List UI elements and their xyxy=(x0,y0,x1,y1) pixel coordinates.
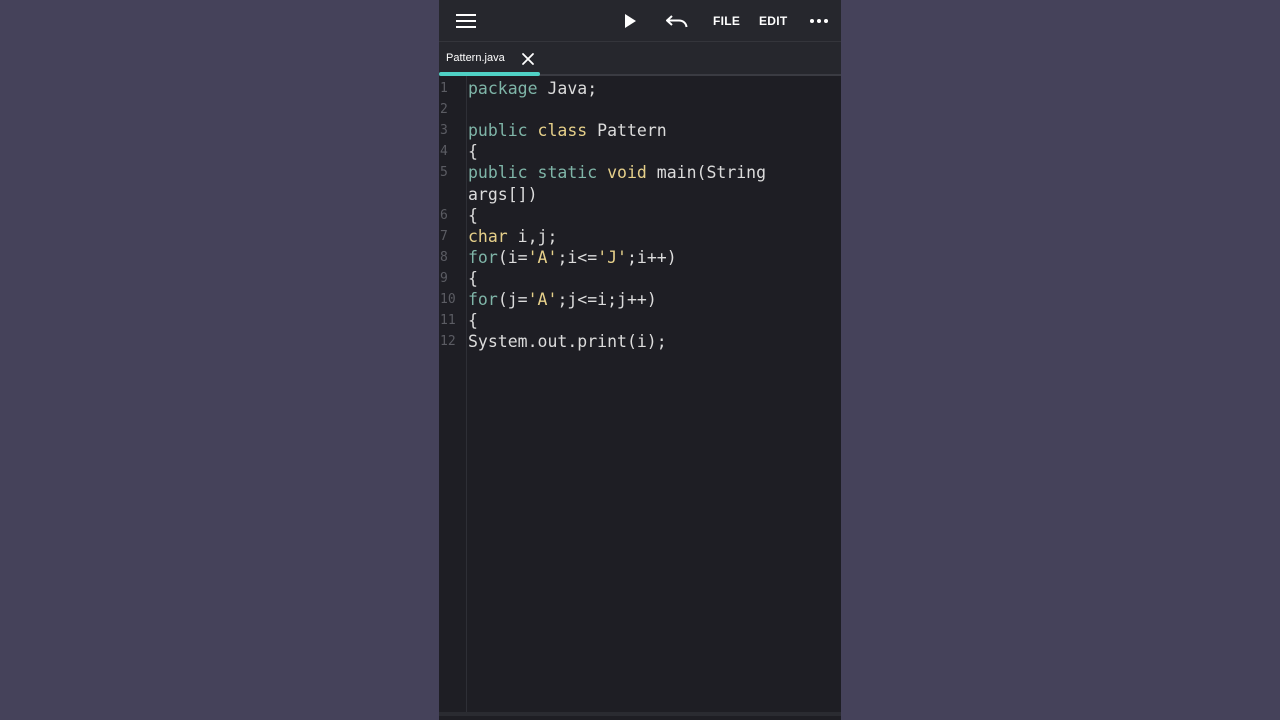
code-token: class xyxy=(537,121,588,141)
code-line: 1 package Java; xyxy=(439,78,841,99)
code-token: void xyxy=(607,163,647,183)
code-token: Java; xyxy=(537,79,598,98)
code-text: args[]) xyxy=(468,184,538,205)
code-text: char i,j; xyxy=(468,226,557,247)
code-text: package Java; xyxy=(468,78,597,99)
code-editor[interactable]: 1 package Java; 2 3 public class Pattern 4{5 p… xyxy=(439,76,841,716)
code-line: 5 public static void main(String xyxy=(439,162,841,183)
line-number: 1 xyxy=(440,81,448,96)
code-text: System.out.print(i); xyxy=(468,331,667,352)
code-text: { xyxy=(468,310,478,331)
code-token: package xyxy=(468,79,538,98)
code-token: static xyxy=(537,163,598,183)
more-horizontal-icon[interactable] xyxy=(808,0,830,41)
code-line: 6{ xyxy=(439,205,841,226)
code-token: 'A' xyxy=(527,247,558,267)
code-text: { xyxy=(468,268,478,289)
code-text: { xyxy=(468,141,478,162)
line-number: 12 xyxy=(440,334,456,350)
code-token: (j= xyxy=(497,290,528,309)
hamburger-menu-icon[interactable] xyxy=(453,0,479,41)
code-token: Pattern xyxy=(587,121,667,141)
code-text: for(i='A';i<='J';i++) xyxy=(468,247,677,268)
code-token: for xyxy=(468,290,498,309)
code-token: args[]) xyxy=(468,184,538,204)
code-text: for(j='A';j<=i;j++) xyxy=(468,289,657,310)
tab-label: Pattern.java xyxy=(446,52,505,64)
undo-icon[interactable] xyxy=(664,0,690,41)
code-token: ;i++) xyxy=(627,247,677,267)
code-token: main(String xyxy=(646,163,767,183)
line-number: 8 xyxy=(440,249,448,265)
code-line: 8 for(i='A';i<='J';i++) xyxy=(439,247,841,268)
code-editor-app: FILE EDIT Pattern.java 1 package Java; 2 3 p… xyxy=(439,0,841,720)
code-line: 12 System.out.print(i); xyxy=(439,331,841,352)
code-token: public xyxy=(468,163,528,183)
code-token: 'A' xyxy=(527,290,558,309)
code-line: 3 public class Pattern xyxy=(439,120,841,141)
code-token: { xyxy=(468,205,478,225)
line-number: 6 xyxy=(440,207,448,223)
code-token: char xyxy=(468,226,508,246)
toolbar: FILE EDIT xyxy=(439,0,841,42)
code-line: 9{ xyxy=(439,268,841,289)
code-line: 2 xyxy=(439,99,841,120)
code-token: public xyxy=(468,121,528,141)
code-token: i,j; xyxy=(507,226,558,246)
tab-pattern-java[interactable]: Pattern.java xyxy=(439,42,540,76)
code-line: 10 for(j='A';j<=i;j++) xyxy=(439,289,841,310)
code-line: 4{ xyxy=(439,141,841,162)
line-number: 3 xyxy=(440,123,448,139)
file-menu-button[interactable]: FILE xyxy=(713,0,740,41)
code-line: 11 { xyxy=(439,310,841,331)
line-number: 2 xyxy=(440,102,448,118)
code-token: { xyxy=(468,142,478,162)
line-number: 5 xyxy=(440,165,448,181)
code-token: { xyxy=(468,311,478,331)
code-token: 'J' xyxy=(597,247,627,267)
code-token: System.out.print(i); xyxy=(468,332,667,352)
code-text: { xyxy=(468,205,478,226)
line-number: 4 xyxy=(440,144,448,160)
line-number: 11 xyxy=(440,313,456,329)
edit-menu-button[interactable]: EDIT xyxy=(759,0,788,41)
tab-bar: Pattern.java xyxy=(439,42,841,76)
line-number: 9 xyxy=(440,270,448,286)
code-line: 7 char i,j; xyxy=(439,226,841,247)
close-icon[interactable] xyxy=(521,51,535,65)
code-text: public static void main(String xyxy=(468,162,766,183)
play-icon[interactable] xyxy=(619,0,641,41)
line-number: 10 xyxy=(440,292,456,307)
line-number: 7 xyxy=(440,228,448,244)
code-token: ;j<=i;j++) xyxy=(557,290,657,309)
bottom-bar xyxy=(439,712,841,716)
code-token: { xyxy=(468,268,478,288)
code-line: args[]) xyxy=(439,184,841,205)
code-text: public class Pattern xyxy=(468,120,667,141)
code-token: (i= xyxy=(497,247,528,267)
code-token: for xyxy=(468,247,498,267)
code-token: ;i<= xyxy=(557,247,598,267)
